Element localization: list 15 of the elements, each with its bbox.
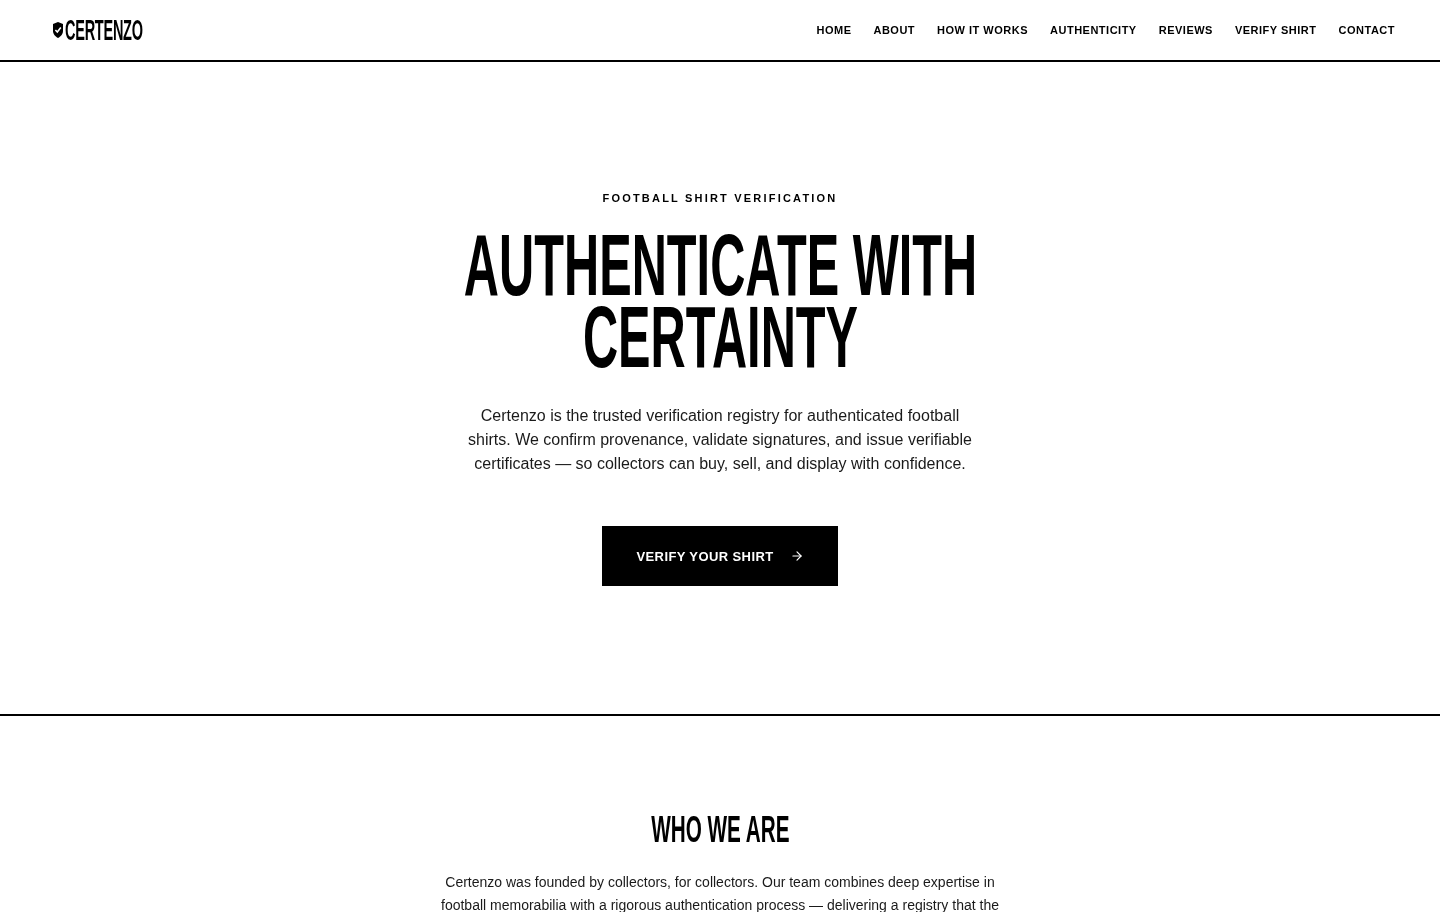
nav-link[interactable]: VERIFY SHIRT: [1234, 23, 1317, 37]
nav-link[interactable]: HOW IT WORKS: [937, 23, 1029, 37]
logo-text[interactable]: CERTENZO: [65, 15, 143, 45]
hero-eyebrow: FOOTBALL SHIRT VERIFICATION: [602, 191, 838, 205]
nav-link[interactable]: ABOUT: [873, 23, 916, 37]
nav-link[interactable]: AUTHENTICITY: [1050, 23, 1137, 37]
nav-link[interactable]: CONTACT: [1338, 23, 1395, 37]
shield-check-icon: [53, 22, 63, 38]
section-heading: WHO WE ARE: [650, 810, 790, 850]
hero-description: Certenzo is the trusted verification registry for authenticated football shirts. We confirm provenance, validate signatures, and issue verifiable certificates — so collectors can buy, sell, and display with confidence.: [467, 406, 973, 474]
nav-link[interactable]: REVIEWS: [1158, 23, 1213, 37]
verify-shirt-button[interactable]: VERIFY YOUR SHIRT: [602, 526, 838, 586]
about-description: Certenzo was founded by collectors, for collectors. Our team combines deep expertise in football memorabilia with a rigorous authentication process — delivering a registry that the: [440, 873, 1000, 912]
hero-heading: AUTHENTICATE WITH CERTAINTY: [462, 229, 978, 373]
nav-link[interactable]: HOME: [816, 23, 852, 37]
